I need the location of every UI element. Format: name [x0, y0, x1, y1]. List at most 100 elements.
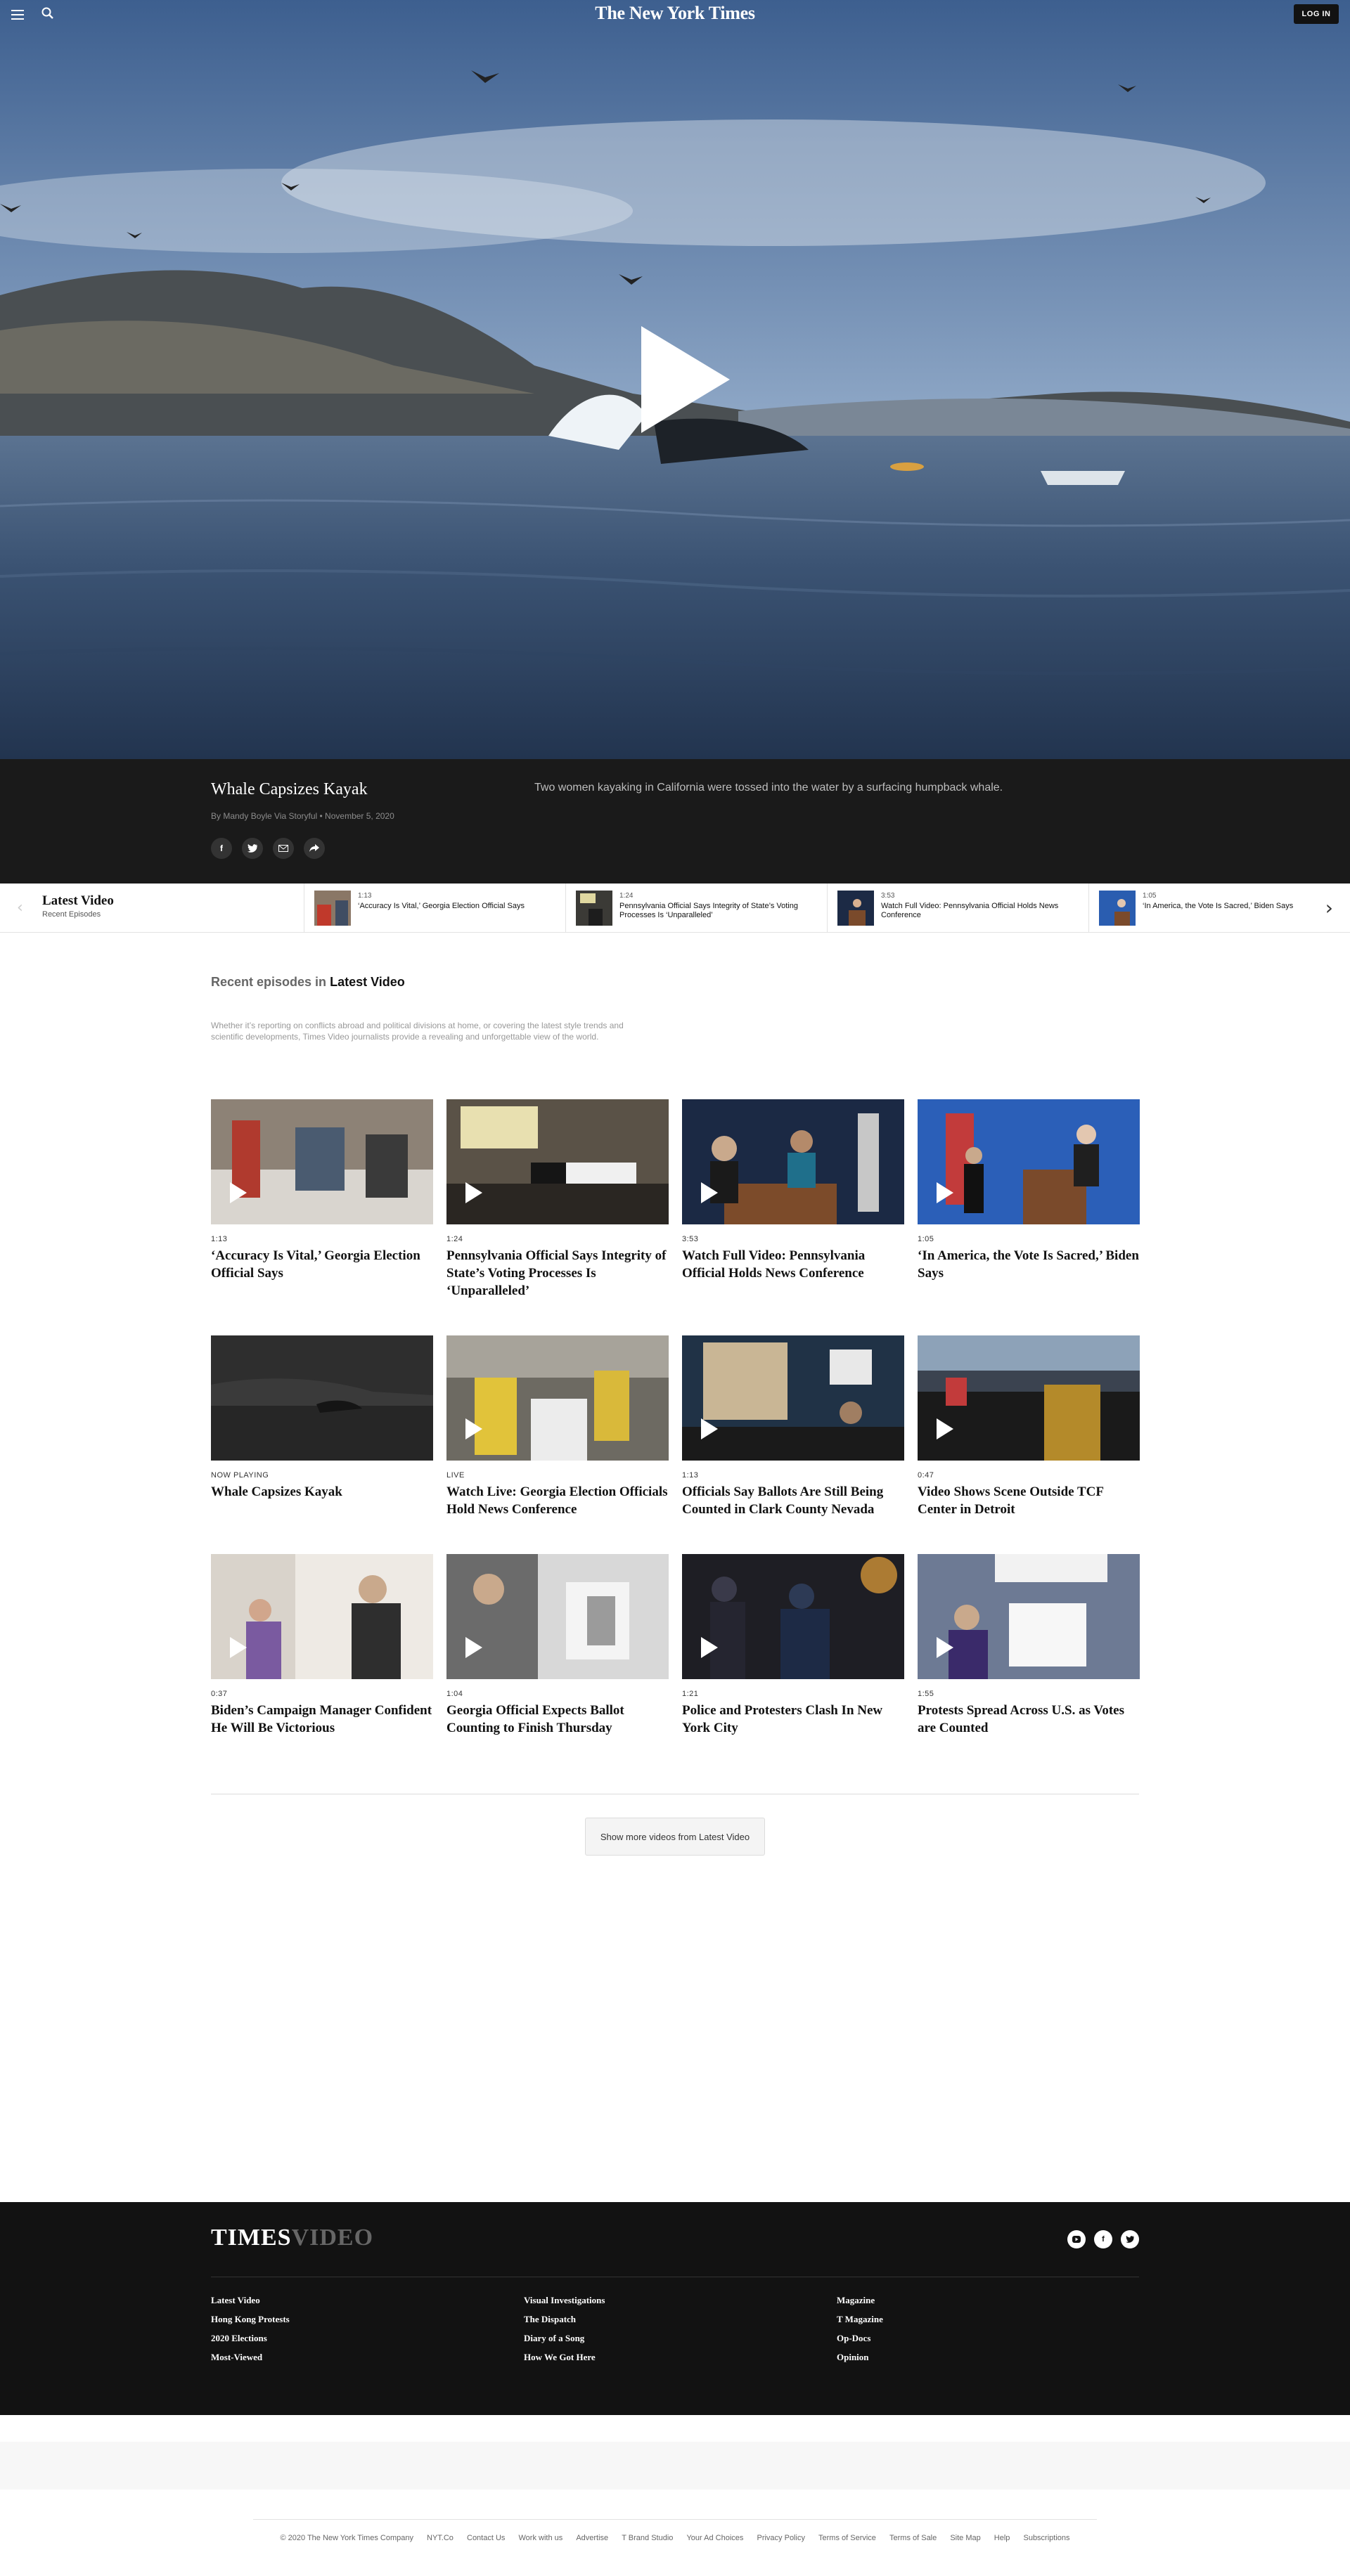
section-prefix: Recent episodes in: [211, 975, 327, 989]
video-card[interactable]: 1:04 Georgia Official Expects Ballot Cou…: [446, 1554, 669, 1737]
play-icon: [465, 1182, 482, 1203]
footer-link[interactable]: Visual Investigations: [524, 2295, 605, 2306]
legal-link[interactable]: Contact Us: [467, 2534, 505, 2542]
play-icon[interactable]: [641, 326, 730, 433]
show-more-button[interactable]: Show more videos from Latest Video: [585, 1818, 765, 1856]
card-duration: 0:47: [918, 1471, 934, 1480]
playlist-item[interactable]: 1:13 ‘Accuracy Is Vital,’ Georgia Electi…: [304, 884, 565, 933]
duration: 1:24: [619, 892, 634, 900]
playlist-subtitle: Recent Episodes: [42, 910, 101, 919]
card-duration: 1:04: [446, 1690, 463, 1698]
headline: ‘Accuracy Is Vital,’ Georgia Election Of…: [358, 902, 525, 910]
play-icon: [701, 1418, 718, 1439]
thumbnail: [576, 891, 612, 926]
copyright: © 2020 The New York Times Company: [280, 2534, 413, 2542]
play-icon: [701, 1182, 718, 1203]
thumbnail: [682, 1099, 904, 1224]
section-heading: Recent episodes in Latest Video: [211, 975, 405, 990]
playlist-title[interactable]: Latest Video: [42, 893, 114, 909]
chevron-right-icon[interactable]: ›: [1325, 896, 1333, 919]
legal-link[interactable]: NYT.Co: [427, 2534, 454, 2542]
logo-video: VIDEO: [291, 2225, 374, 2251]
card-duration: 1:55: [918, 1690, 934, 1698]
legal-link[interactable]: Subscriptions: [1023, 2534, 1069, 2542]
play-icon: [230, 1637, 247, 1658]
menu-icon[interactable]: [10, 7, 25, 21]
playlist-item[interactable]: 1:24 Pennsylvania Official Says Integrit…: [565, 884, 827, 933]
footer-link[interactable]: Most-Viewed: [211, 2352, 290, 2363]
play-icon: [937, 1637, 953, 1658]
video-card[interactable]: 0:37 Biden’s Campaign Manager Confident …: [211, 1554, 433, 1737]
footer-link[interactable]: Opinion: [837, 2352, 883, 2363]
card-title: ‘Accuracy Is Vital,’ Georgia Election Of…: [211, 1248, 420, 1281]
thumbnail: [211, 1335, 433, 1461]
chevron-left-icon[interactable]: ‹: [17, 899, 23, 917]
card-title: Watch Live: Georgia Election Officials H…: [446, 1484, 668, 1517]
video-card[interactable]: LIVE Watch Live: Georgia Election Offici…: [446, 1335, 669, 1518]
video-card[interactable]: 1:05 ‘In America, the Vote Is Sacred,’ B…: [918, 1099, 1140, 1282]
thumbnail: [1099, 891, 1136, 926]
footer-column: Magazine T Magazine Op-Docs Opinion: [837, 2295, 883, 2371]
video-card[interactable]: 1:21 Police and Protesters Clash In New …: [682, 1554, 904, 1737]
twitter-icon[interactable]: [1121, 2230, 1139, 2248]
playlist-item[interactable]: 1:05 ‘In America, the Vote Is Sacred,’ B…: [1088, 884, 1350, 933]
youtube-icon[interactable]: [1067, 2230, 1086, 2248]
thumbnail: [918, 1099, 1140, 1224]
ad-slot: [0, 2442, 1350, 2490]
duration: 1:13: [358, 892, 372, 900]
facebook-icon[interactable]: f: [1094, 2230, 1112, 2248]
legal-link[interactable]: Work with us: [518, 2534, 562, 2542]
footer-link[interactable]: Diary of a Song: [524, 2333, 605, 2344]
login-button[interactable]: LOG IN: [1294, 4, 1339, 24]
video-player[interactable]: [0, 0, 1350, 759]
footer-link[interactable]: 2020 Elections: [211, 2333, 290, 2344]
video-title: Whale Capsizes Kayak: [211, 780, 368, 798]
twitter-icon[interactable]: [242, 838, 263, 859]
footer-link[interactable]: Op-Docs: [837, 2333, 883, 2344]
legal-links: © 2020 The New York Times Company NYT.Co…: [0, 2534, 1350, 2542]
playlist-item[interactable]: 3:53 Watch Full Video: Pennsylvania Offi…: [827, 884, 1088, 933]
share-icon[interactable]: [304, 838, 325, 859]
search-icon[interactable]: [41, 6, 55, 20]
facebook-icon[interactable]: f: [211, 838, 232, 859]
footer-link[interactable]: How We Got Here: [524, 2352, 605, 2363]
logo-times: TIMES: [211, 2225, 292, 2251]
legal-link[interactable]: Site Map: [950, 2534, 980, 2542]
legal-link[interactable]: T Brand Studio: [622, 2534, 673, 2542]
video-card[interactable]: 1:13 ‘Accuracy Is Vital,’ Georgia Electi…: [211, 1099, 433, 1282]
headline: ‘In America, the Vote Is Sacred,’ Biden …: [1143, 902, 1294, 910]
legal-link[interactable]: Help: [994, 2534, 1010, 2542]
video-card[interactable]: 1:13 Officials Say Ballots Are Still Bei…: [682, 1335, 904, 1518]
section-link[interactable]: Latest Video: [330, 975, 405, 989]
legal-link[interactable]: Privacy Policy: [757, 2534, 804, 2542]
video-card[interactable]: 1:55 Protests Spread Across U.S. as Vote…: [918, 1554, 1140, 1737]
times-video-logo[interactable]: TIMESVIDEO: [211, 2225, 373, 2251]
card-duration: 1:13: [682, 1471, 699, 1480]
legal-link[interactable]: Terms of Sale: [889, 2534, 937, 2542]
footer-link[interactable]: Hong Kong Protests: [211, 2314, 290, 2325]
footer-link[interactable]: The Dispatch: [524, 2314, 605, 2325]
video-byline: By Mandy Boyle Via Storyful • November 5…: [211, 811, 394, 821]
card-title: ‘In America, the Vote Is Sacred,’ Biden …: [918, 1248, 1139, 1281]
video-caption: Whale Capsizes Kayak By Mandy Boyle Via …: [0, 759, 1350, 884]
video-card-now-playing[interactable]: NOW PLAYING Whale Capsizes Kayak: [211, 1335, 433, 1501]
card-duration: 0:37: [211, 1690, 228, 1698]
video-card[interactable]: 1:24 Pennsylvania Official Says Integrit…: [446, 1099, 669, 1300]
thumbnail: [446, 1099, 669, 1224]
email-icon[interactable]: [273, 838, 294, 859]
legal-link[interactable]: Advertise: [576, 2534, 608, 2542]
footer-link[interactable]: Magazine: [837, 2295, 883, 2306]
footer-link[interactable]: T Magazine: [837, 2314, 883, 2325]
video-card[interactable]: 3:53 Watch Full Video: Pennsylvania Offi…: [682, 1099, 904, 1282]
card-duration: 1:24: [446, 1235, 463, 1243]
video-card[interactable]: 0:47 Video Shows Scene Outside TCF Cente…: [918, 1335, 1140, 1518]
legal-link[interactable]: Your Ad Choices: [686, 2534, 743, 2542]
card-duration: 1:21: [682, 1690, 699, 1698]
duration: 3:53: [881, 892, 895, 900]
nyt-logo[interactable]: The New York Times: [0, 3, 1350, 24]
card-duration: 1:13: [211, 1235, 228, 1243]
legal-link[interactable]: Terms of Service: [818, 2534, 876, 2542]
card-duration: 3:53: [682, 1235, 699, 1243]
play-icon: [937, 1418, 953, 1439]
footer-link[interactable]: Latest Video: [211, 2295, 290, 2306]
